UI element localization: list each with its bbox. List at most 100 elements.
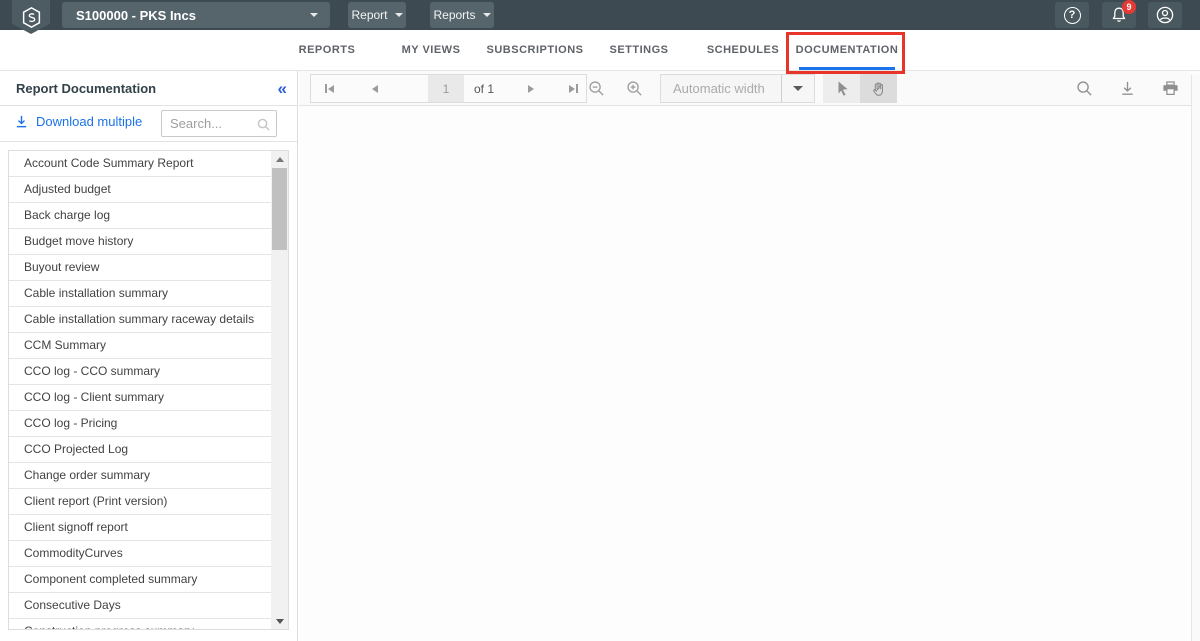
- notification-count-badge: 9: [1122, 0, 1136, 14]
- tab-label: REPORTS: [299, 44, 356, 56]
- triangle-right-icon: [528, 85, 534, 93]
- select-tool-button[interactable]: [823, 74, 860, 103]
- hexagon-logo-icon: [21, 6, 42, 29]
- report-list-item[interactable]: Budget move history: [9, 229, 271, 255]
- top-navigation-bar: S100000 - PKS Incs Report Reports ?: [0, 0, 1200, 30]
- report-documentation-panel: Report Documentation « Download multiple: [0, 71, 298, 641]
- reports-menu-button[interactable]: Reports: [430, 2, 494, 28]
- report-list-item[interactable]: Client report (Print version): [9, 489, 271, 515]
- pointer-cursor-icon: [834, 80, 850, 97]
- report-list-item[interactable]: Back charge log: [9, 203, 271, 229]
- tab-schedules[interactable]: SCHEDULES: [691, 30, 795, 70]
- report-list-item[interactable]: Change order summary: [9, 463, 271, 489]
- triangle-left-icon: [372, 85, 378, 93]
- list-scrollbar: [271, 151, 288, 629]
- search-field: [161, 110, 277, 137]
- viewer-toolbar: 1 of 1: [299, 71, 1191, 106]
- tab-label: SCHEDULES: [707, 44, 779, 56]
- help-icon: ?: [1064, 7, 1081, 24]
- tab-reports[interactable]: REPORTS: [275, 30, 379, 70]
- next-page-button[interactable]: [522, 80, 540, 98]
- reports-menu-label: Reports: [433, 8, 475, 22]
- first-page-icon: [325, 84, 327, 93]
- download-multiple-label: Download multiple: [36, 114, 142, 129]
- panel-title: Report Documentation: [16, 81, 156, 96]
- first-page-button[interactable]: [320, 80, 338, 98]
- pagination-controls: 1 of 1: [310, 74, 587, 103]
- chevron-down-icon: [310, 13, 318, 17]
- report-list: Account Code Summary ReportAdjusted budg…: [8, 150, 289, 630]
- tab-strip: REPORTS MY VIEWS SUBSCRIPTIONS SETTINGS …: [0, 30, 1200, 71]
- report-list-item[interactable]: Adjusted budget: [9, 177, 271, 203]
- download-document-button[interactable]: [1118, 79, 1137, 98]
- viewer-actions: [1075, 79, 1180, 98]
- page-number-input[interactable]: 1: [428, 75, 464, 102]
- tab-label: DOCUMENTATION: [796, 44, 899, 56]
- scroll-up-button[interactable]: [271, 151, 288, 167]
- app-logo[interactable]: [12, 0, 50, 34]
- report-list-item[interactable]: Construction progress summary: [9, 619, 271, 630]
- search-document-button[interactable]: [1075, 79, 1094, 98]
- collapse-panel-icon[interactable]: «: [278, 80, 287, 97]
- document-viewer: 1 of 1: [299, 71, 1200, 641]
- scrollbar-thumb[interactable]: [272, 168, 287, 250]
- report-list-item[interactable]: Cable installation summary: [9, 281, 271, 307]
- chevron-down-icon: [395, 13, 403, 17]
- triangle-down-icon: [793, 86, 803, 91]
- tab-label: SETTINGS: [609, 44, 668, 56]
- panel-header: Report Documentation «: [0, 71, 297, 106]
- zoom-out-icon: [587, 79, 606, 98]
- triangle-left-icon: [328, 85, 334, 93]
- help-button[interactable]: ?: [1055, 2, 1089, 28]
- last-page-icon: [576, 84, 578, 93]
- report-list-item[interactable]: Account Code Summary Report: [9, 151, 271, 177]
- dropdown-caret-button[interactable]: [781, 75, 814, 102]
- triangle-down-icon: [276, 619, 284, 624]
- report-list-item[interactable]: Cable installation summary raceway detai…: [9, 307, 271, 333]
- zoom-in-button[interactable]: [625, 79, 644, 98]
- report-list-item[interactable]: Client signoff report: [9, 515, 271, 541]
- report-list-item[interactable]: Buyout review: [9, 255, 271, 281]
- hand-icon: [870, 80, 887, 97]
- report-list-item[interactable]: CCO log - CCO summary: [9, 359, 271, 385]
- app-window: S100000 - PKS Incs Report Reports ?: [0, 0, 1200, 641]
- search-icon: [1075, 79, 1094, 98]
- report-list-item[interactable]: CCO log - Pricing: [9, 411, 271, 437]
- report-list-item[interactable]: CCM Summary: [9, 333, 271, 359]
- page-total-label: of 1: [474, 82, 494, 96]
- chevron-down-icon: [483, 13, 491, 17]
- content-area: Report Documentation « Download multiple: [0, 71, 1200, 641]
- download-icon: [14, 114, 29, 129]
- project-selector-label: S100000 - PKS Incs: [76, 8, 196, 23]
- printer-icon: [1161, 79, 1180, 98]
- report-list-item[interactable]: Component completed summary: [9, 567, 271, 593]
- tab-documentation[interactable]: DOCUMENTATION: [795, 30, 899, 70]
- zoom-in-icon: [625, 79, 644, 98]
- tab-bar: REPORTS MY VIEWS SUBSCRIPTIONS SETTINGS …: [275, 30, 899, 70]
- zoom-controls: [587, 79, 644, 98]
- report-list-item[interactable]: Consecutive Days: [9, 593, 271, 619]
- account-button[interactable]: [1148, 2, 1182, 28]
- download-icon: [1118, 79, 1137, 98]
- pan-tool-button[interactable]: [860, 74, 897, 103]
- tab-settings[interactable]: SETTINGS: [587, 30, 691, 70]
- scroll-down-button[interactable]: [271, 613, 288, 629]
- project-selector[interactable]: S100000 - PKS Incs: [62, 2, 330, 28]
- viewer-scrollbar-track[interactable]: [1191, 75, 1200, 641]
- report-list-item[interactable]: CCO Projected Log: [9, 437, 271, 463]
- report-menu-button[interactable]: Report: [348, 2, 406, 28]
- zoom-out-button[interactable]: [587, 79, 606, 98]
- report-list-item[interactable]: CommodityCurves: [9, 541, 271, 567]
- tab-label: SUBSCRIPTIONS: [487, 44, 584, 56]
- download-multiple-link[interactable]: Download multiple: [14, 114, 142, 129]
- page-width-selector[interactable]: Automatic width: [660, 74, 815, 103]
- print-button[interactable]: [1161, 79, 1180, 98]
- report-list-rows: Account Code Summary ReportAdjusted budg…: [9, 151, 271, 630]
- tab-my-views[interactable]: MY VIEWS: [379, 30, 483, 70]
- tab-subscriptions[interactable]: SUBSCRIPTIONS: [483, 30, 587, 70]
- previous-page-button[interactable]: [366, 80, 384, 98]
- triangle-up-icon: [276, 157, 284, 162]
- report-list-item[interactable]: CCO log - Client summary: [9, 385, 271, 411]
- last-page-button[interactable]: [564, 80, 582, 98]
- report-menu-label: Report: [351, 8, 387, 22]
